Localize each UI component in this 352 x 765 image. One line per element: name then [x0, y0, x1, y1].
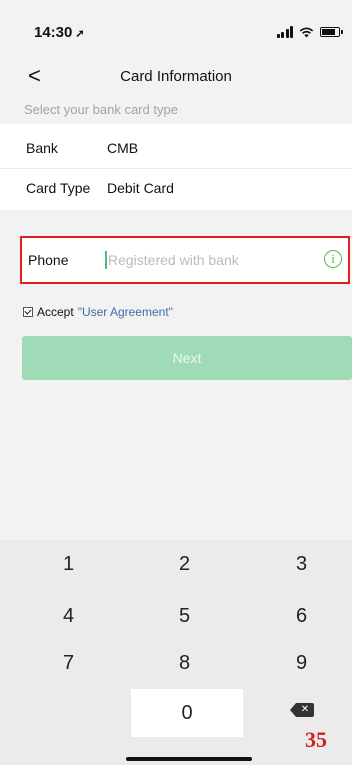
status-bar: 14:30 ➚ [0, 0, 352, 62]
signal-icon [276, 26, 293, 38]
annotation-badge: 35 [305, 727, 327, 752]
agreement-row: Accept "User Agreement" [23, 305, 173, 319]
home-indicator[interactable] [126, 757, 252, 761]
text-caret [105, 251, 107, 269]
location-arrow-icon: ➚ [75, 28, 85, 40]
key-8[interactable]: 8 [126, 639, 243, 687]
card-type-row[interactable]: Card Type Debit Card [0, 168, 352, 208]
key-7[interactable]: 7 [10, 639, 127, 687]
card-type-value: Debit Card [107, 180, 174, 196]
backspace-key[interactable]: ✕ [290, 703, 318, 717]
card-info-section: Bank CMB Card Type Debit Card [0, 124, 352, 210]
key-5[interactable]: 5 [126, 592, 243, 640]
backspace-icon: ✕ [296, 703, 314, 717]
key-3[interactable]: 3 [243, 540, 352, 588]
phone-input[interactable] [108, 247, 308, 273]
bank-row[interactable]: Bank CMB [0, 128, 352, 169]
phone-row: Phone i [20, 236, 350, 284]
numeric-keypad: 1 2 3 4 5 6 7 8 9 0 ✕ 35 [0, 540, 352, 765]
page-title: Card Information [120, 68, 232, 85]
key-9[interactable]: 9 [243, 639, 352, 687]
nav-bar: < Card Information [0, 62, 352, 92]
bank-value: CMB [107, 140, 139, 156]
section-hint: Select your bank card type [24, 102, 178, 117]
wifi-icon [299, 27, 314, 37]
key-0[interactable]: 0 [131, 689, 243, 737]
key-4[interactable]: 4 [10, 592, 127, 640]
agreement-checkbox[interactable] [23, 307, 33, 317]
phone-label: Phone [28, 252, 69, 268]
info-icon[interactable]: i [324, 250, 342, 268]
user-agreement-link[interactable]: "User Agreement" [78, 305, 173, 319]
bank-label: Bank [26, 140, 58, 156]
key-2[interactable]: 2 [126, 540, 243, 588]
key-1[interactable]: 1 [10, 540, 127, 588]
agreement-text: Accept [37, 305, 74, 319]
status-icons [276, 26, 343, 38]
next-button[interactable]: Next [22, 336, 352, 380]
status-time: 14:30 ➚ [34, 24, 85, 41]
battery-icon [320, 27, 343, 37]
key-6[interactable]: 6 [243, 592, 352, 640]
card-type-label: Card Type [26, 180, 91, 196]
